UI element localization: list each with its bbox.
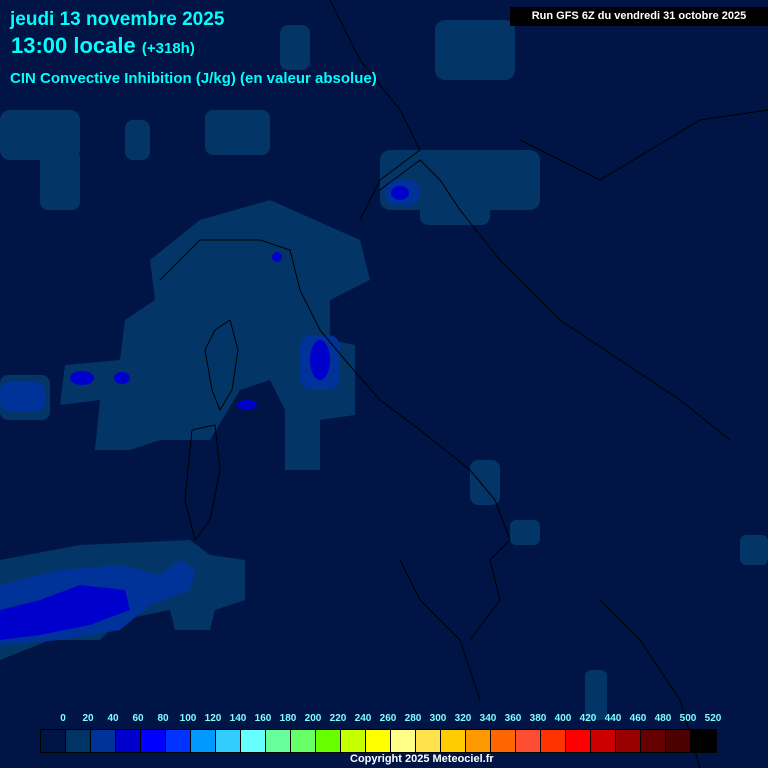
legend-swatch [441, 730, 466, 752]
legend-label: 440 [604, 713, 622, 724]
legend-label: 400 [554, 713, 572, 724]
legend-swatch [66, 730, 91, 752]
legend-label: 180 [279, 713, 297, 724]
legend-label: 220 [329, 713, 347, 724]
legend-swatch [216, 730, 241, 752]
legend-label: 40 [107, 713, 119, 724]
legend-label: 380 [529, 713, 547, 724]
legend-labels: 0 20 40 60 80 100 120 140 160 180 200 220 240 260 280 3… [0, 713, 768, 727]
legend-label: 240 [354, 713, 372, 724]
parameter-title: CIN Convective Inhibition (J/kg) (en val… [10, 70, 377, 87]
legend-label: 420 [579, 713, 597, 724]
legend-swatch [366, 730, 391, 752]
color-scale-bar [40, 729, 717, 753]
legend-swatch [516, 730, 541, 752]
legend-swatch [266, 730, 291, 752]
legend-swatch [466, 730, 491, 752]
legend-swatch [391, 730, 416, 752]
legend-swatch [591, 730, 616, 752]
legend-label: 460 [629, 713, 647, 724]
legend-swatch [166, 730, 191, 752]
legend-swatch [691, 730, 716, 752]
forecast-time: 13:00 locale (+318h) [11, 33, 195, 59]
legend-label: 480 [654, 713, 672, 724]
legend-label: 320 [454, 713, 472, 724]
legend-swatch [316, 730, 341, 752]
legend-label: 360 [504, 713, 522, 724]
legend-swatch [616, 730, 641, 752]
legend-swatch [91, 730, 116, 752]
legend-swatch [191, 730, 216, 752]
legend-swatch [341, 730, 366, 752]
legend-label: 280 [404, 713, 422, 724]
legend-label: 200 [304, 713, 322, 724]
legend-label: 160 [254, 713, 272, 724]
legend-label: 0 [60, 713, 66, 724]
legend-label: 60 [132, 713, 144, 724]
legend-swatch [416, 730, 441, 752]
legend-swatch [291, 730, 316, 752]
legend-swatch [241, 730, 266, 752]
legend-label: 340 [479, 713, 497, 724]
legend-label: 120 [204, 713, 222, 724]
legend-label: 140 [229, 713, 247, 724]
legend-label: 80 [157, 713, 169, 724]
legend-label: 260 [379, 713, 397, 724]
legend-swatch [541, 730, 566, 752]
legend-swatch [41, 730, 66, 752]
legend-label: 520 [704, 713, 722, 724]
legend-label: 20 [82, 713, 94, 724]
model-run-label: Run GFS 6Z du vendredi 31 octobre 2025 [510, 7, 768, 26]
legend-label: 500 [679, 713, 697, 724]
cin-map [0, 0, 768, 768]
legend-label: 100 [179, 713, 197, 724]
legend-swatch [116, 730, 141, 752]
legend-swatch [666, 730, 691, 752]
legend-swatch [491, 730, 516, 752]
legend-swatch [141, 730, 166, 752]
legend-swatch [566, 730, 591, 752]
forecast-date: jeudi 13 novembre 2025 [10, 9, 225, 30]
copyright: Copyright 2025 Meteociel.fr [350, 753, 494, 765]
forecast-offset: (+318h) [141, 40, 195, 57]
legend-swatch [641, 730, 666, 752]
local-time: 13:00 locale [11, 33, 136, 58]
legend-label: 300 [429, 713, 447, 724]
